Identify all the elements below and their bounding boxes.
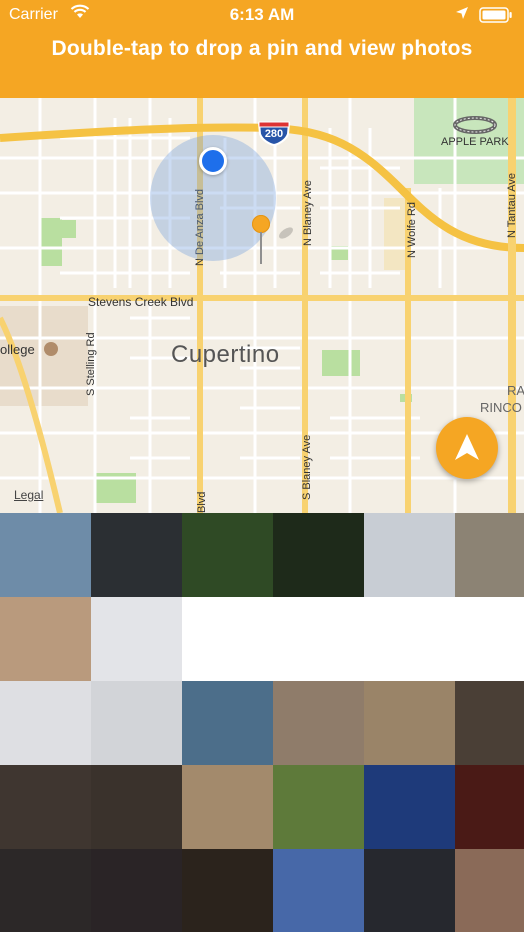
photo-grid[interactable] [0, 513, 524, 932]
photo-thumbnail[interactable] [455, 681, 524, 765]
photo-thumbnail[interactable] [364, 513, 455, 597]
photo-thumbnail[interactable] [455, 849, 524, 932]
photo-thumbnail[interactable] [273, 765, 364, 849]
ran-label: RAN [507, 383, 524, 398]
photo-thumbnail[interactable] [364, 765, 455, 849]
s-blaney-ave-label: S Blaney Ave [301, 434, 313, 500]
stevens-creek-blvd-label: Stevens Creek Blvd [88, 295, 194, 309]
recenter-location-button[interactable] [436, 417, 498, 479]
photo-thumbnail[interactable] [273, 597, 364, 681]
photo-thumbnail[interactable] [364, 597, 455, 681]
legal-link[interactable]: Legal [14, 488, 43, 502]
photo-thumbnail[interactable] [273, 681, 364, 765]
college-icon [44, 342, 58, 356]
highway-280-shield: 280 [257, 120, 291, 146]
photo-thumbnail[interactable] [91, 513, 182, 597]
n-tantau-ave-label: N Tantau Ave [506, 172, 518, 238]
photo-thumbnail[interactable] [273, 849, 364, 932]
n-wolfe-rd-label: N Wolfe Rd [406, 201, 418, 258]
instruction-text: Double-tap to drop a pin and view photos [51, 37, 473, 60]
photo-thumbnail[interactable] [273, 513, 364, 597]
battery-icon [479, 7, 513, 23]
photo-thumbnail[interactable] [91, 765, 182, 849]
photo-thumbnail[interactable] [0, 849, 91, 932]
app-header: Carrier 6:13 AM Double-tap to drop a pin… [0, 0, 524, 98]
photo-thumbnail[interactable] [182, 597, 273, 681]
photo-thumbnail[interactable] [91, 681, 182, 765]
photo-thumbnail[interactable] [455, 597, 524, 681]
photo-thumbnail[interactable] [91, 849, 182, 932]
photo-thumbnail[interactable] [182, 765, 273, 849]
apple-park-label: APPLE PARK [441, 136, 509, 148]
photo-thumbnail[interactable] [182, 681, 273, 765]
photo-thumbnail[interactable] [91, 597, 182, 681]
photo-thumbnail[interactable] [0, 681, 91, 765]
photo-thumbnail[interactable] [182, 513, 273, 597]
photo-thumbnail[interactable] [0, 513, 91, 597]
location-services-icon [455, 6, 469, 25]
navigation-arrow-icon [455, 434, 479, 460]
photo-thumbnail[interactable] [0, 597, 91, 681]
status-bar: Carrier 6:13 AM [0, 0, 524, 30]
city-label: Cupertino [171, 341, 280, 368]
blvd-label: Blvd [196, 491, 208, 513]
photo-thumbnail[interactable] [455, 513, 524, 597]
photo-thumbnail[interactable] [182, 849, 273, 932]
college-label: ollege [0, 342, 35, 357]
status-time: 6:13 AM [229, 5, 295, 24]
photo-thumbnail[interactable] [455, 765, 524, 849]
photo-thumbnail[interactable] [364, 849, 455, 932]
current-location-dot[interactable] [199, 147, 227, 175]
photo-thumbnail[interactable] [0, 765, 91, 849]
rinco-label: RINCO [480, 400, 522, 415]
n-blaney-ave-label: N Blaney Ave [302, 180, 314, 246]
highway-number: 280 [264, 128, 284, 140]
photo-thumbnail[interactable] [364, 681, 455, 765]
s-stelling-rd-label: S Stelling Rd [85, 332, 97, 396]
apple-park-icon [453, 116, 497, 134]
